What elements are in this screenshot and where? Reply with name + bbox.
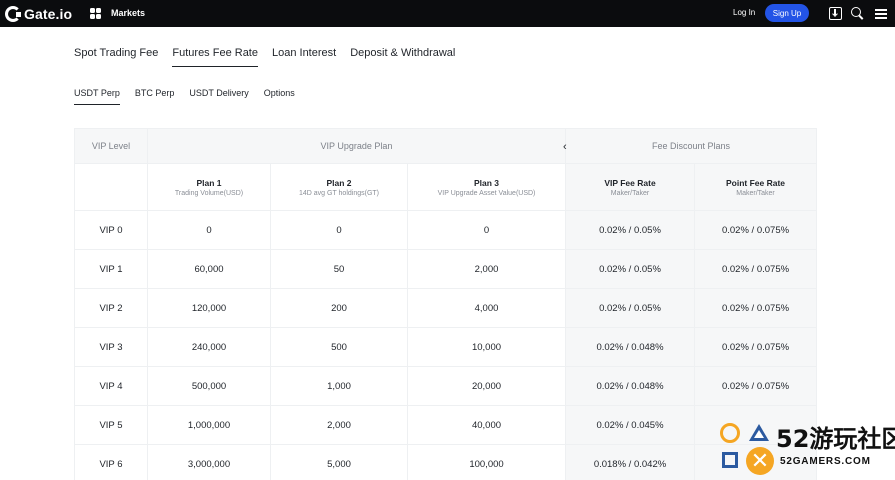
vip-fee-rate-cell: 0.02% / 0.05% — [565, 210, 695, 250]
plan2-cell: 0 — [270, 210, 408, 250]
plan1-cell: 1,000,000 — [147, 405, 271, 445]
point-fee-rate-cell: 0.02% / 0.075% — [693, 366, 818, 406]
nav-markets-link[interactable]: Markets — [111, 8, 145, 18]
plan2-cell: 200 — [270, 288, 408, 328]
search-icon[interactable] — [851, 7, 864, 20]
plan3-cell: 0 — [407, 210, 566, 250]
plan3-subtitle: VIP Upgrade Asset Value(USD) — [437, 189, 536, 197]
login-link[interactable]: Log In — [733, 8, 755, 17]
vip-level-cell: VIP 3 — [74, 327, 148, 367]
tab-deposit-withdrawal[interactable]: Deposit & Withdrawal — [350, 47, 455, 67]
plan3-title: Plan 3 — [473, 177, 500, 188]
plan2-cell: 1,000 — [270, 366, 408, 406]
plan2-subtitle: 14D avg GT holdings(GT) — [298, 189, 379, 197]
vip-level-cell: VIP 0 — [74, 210, 148, 250]
logo-text: Gate.io — [24, 5, 73, 22]
plan2-cell: 5,000 — [270, 444, 408, 480]
plan1-title: Plan 1 — [196, 177, 222, 188]
vip-fee-rate-cell: 0.02% / 0.05% — [565, 249, 695, 289]
plan3-cell: 40,000 — [407, 405, 566, 445]
table-row: VIP 5 1,000,000 2,000 40,000 0.02% / 0.045% — [74, 405, 818, 445]
plan3-cell: 2,000 — [407, 249, 566, 289]
point-fee-rate-cell: 0.02% / 0.075% — [693, 210, 818, 250]
table-row: VIP 4 500,000 1,000 20,000 0.02% / 0.048% 0.0… — [74, 366, 818, 406]
tab-futures-fee-rate[interactable]: Futures Fee Rate — [172, 47, 258, 67]
table-row: VIP 3 240,000 500 10,000 0.02% / 0.048% 0.02%… — [74, 327, 818, 367]
table-row: VIP 1 60,000 50 2,000 0.02% / 0.05% 0.02% / 0… — [74, 249, 818, 289]
table-row: VIP 6 3,000,000 5,000 100,000 0.018% / 0.042… — [74, 444, 818, 480]
menu-icon[interactable] — [875, 7, 888, 20]
table-row: VIP 2 120,000 200 4,000 0.02% / 0.05% 0.02% /… — [74, 288, 818, 328]
subtab-options[interactable]: Options — [264, 88, 295, 105]
plan1-cell: 240,000 — [147, 327, 271, 367]
point-fee-rate-header: Point Fee Rate Maker/Taker — [693, 163, 818, 211]
point-fee-rate-cell: 0.02% / 0.075% — [693, 327, 818, 367]
vip-level-cell: VIP 4 — [74, 366, 148, 406]
plan1-cell: 60,000 — [147, 249, 271, 289]
plan2-title: Plan 2 — [326, 177, 352, 188]
plan3-cell: 4,000 — [407, 288, 566, 328]
circle-shape-icon — [720, 423, 740, 443]
gate-logo-icon — [5, 5, 21, 22]
top-navigation-bar: Gate.io Markets Log In Sign Up — [0, 0, 895, 27]
vip-level-cell: VIP 1 — [74, 249, 148, 289]
cross-shape-icon: ✕ — [746, 447, 774, 475]
plan1-cell: 120,000 — [147, 288, 271, 328]
subtab-btc-perp[interactable]: BTC Perp — [135, 88, 175, 105]
subtab-usdt-delivery[interactable]: USDT Delivery — [189, 88, 248, 105]
empty-header-cell — [74, 163, 148, 211]
watermark-cn-text: 52游玩社区 — [776, 425, 895, 453]
vip-fee-rate-cell: 0.02% / 0.048% — [565, 327, 695, 367]
plan1-cell: 3,000,000 — [147, 444, 271, 480]
vip-upgrade-plan-header: VIP Upgrade Plan — [147, 128, 566, 164]
vip-level-cell: VIP 2 — [74, 288, 148, 328]
fee-table-body: VIP 0 0 0 0 0.02% / 0.05% 0.02% / 0.075% VIP 1… — [74, 210, 818, 480]
table-row: VIP 0 0 0 0 0.02% / 0.05% 0.02% / 0.075% — [74, 210, 818, 250]
point-fee-rate-cell: 0.02% / 0.075% — [693, 288, 818, 328]
plan3-header: Plan 3 VIP Upgrade Asset Value(USD) — [407, 163, 566, 211]
plan2-header: Plan 2 14D avg GT holdings(GT) — [270, 163, 408, 211]
gate-logo[interactable]: Gate.io — [5, 4, 72, 23]
signup-button[interactable]: Sign Up — [765, 4, 809, 22]
plan2-cell: 500 — [270, 327, 408, 367]
tab-loan-interest[interactable]: Loan Interest — [272, 47, 336, 67]
chevron-left-icon[interactable]: ‹ — [563, 141, 567, 153]
download-icon[interactable] — [829, 7, 842, 20]
vip-level-cell: VIP 6 — [74, 444, 148, 480]
vip-fee-rate-title: VIP Fee Rate — [604, 177, 656, 188]
plan1-header: Plan 1 Trading Volume(USD) — [147, 163, 271, 211]
plan2-cell: 50 — [270, 249, 408, 289]
plan2-cell: 2,000 — [270, 405, 408, 445]
fee-discount-plans-header: Fee Discount Plans — [564, 128, 818, 164]
point-fee-rate-title: Point Fee Rate — [725, 177, 786, 188]
plan3-cell: 10,000 — [407, 327, 566, 367]
plan3-cell: 100,000 — [407, 444, 566, 480]
plan1-cell: 500,000 — [147, 366, 271, 406]
contract-type-tabs: USDT Perp BTC Perp USDT Delivery Options — [74, 88, 295, 105]
vip-fee-rate-cell: 0.02% / 0.048% — [565, 366, 695, 406]
triangle-shape-icon — [749, 424, 769, 441]
plan1-cell: 0 — [147, 210, 271, 250]
vip-fee-rate-header: VIP Fee Rate Maker/Taker — [565, 163, 695, 211]
fee-rate-table: VIP Level VIP Upgrade Plan Fee Discount … — [74, 128, 818, 480]
plan3-cell: 20,000 — [407, 366, 566, 406]
square-shape-icon — [722, 452, 738, 468]
vip-fee-rate-cell: 0.02% / 0.045% — [565, 405, 695, 445]
point-fee-rate-subtitle: Maker/Taker — [736, 189, 775, 197]
watermark-en-text: 52GAMERS.COM — [780, 456, 871, 467]
vip-fee-rate-subtitle: Maker/Taker — [610, 189, 650, 197]
subtab-usdt-perp[interactable]: USDT Perp — [74, 88, 120, 105]
point-fee-rate-cell: 0.02% / 0.075% — [693, 249, 818, 289]
vip-fee-rate-cell: 0.018% / 0.042% — [565, 444, 695, 480]
fee-category-tabs: Spot Trading Fee Futures Fee Rate Loan I… — [74, 47, 455, 67]
vip-level-header: VIP Level — [74, 128, 148, 164]
apps-icon[interactable] — [90, 8, 101, 19]
site-watermark: ✕ 52游玩社区 52GAMERS.COM — [716, 417, 895, 477]
plan1-subtitle: Trading Volume(USD) — [174, 189, 244, 197]
tab-spot-trading-fee[interactable]: Spot Trading Fee — [74, 47, 158, 67]
vip-fee-rate-cell: 0.02% / 0.05% — [565, 288, 695, 328]
vip-level-cell: VIP 5 — [74, 405, 148, 445]
